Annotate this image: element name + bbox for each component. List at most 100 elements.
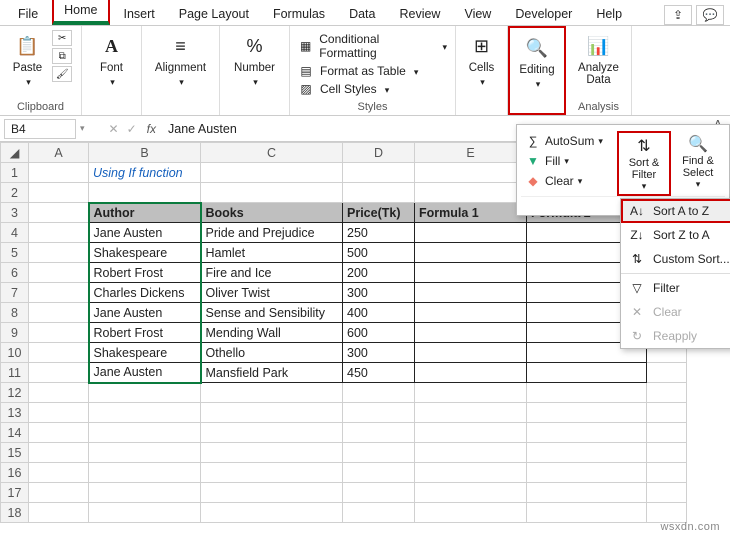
cell-E4[interactable] xyxy=(415,223,527,243)
tab-review[interactable]: Review xyxy=(389,3,450,25)
cell-F11[interactable] xyxy=(527,363,647,383)
analyze-data-button[interactable]: 📊Analyze Data xyxy=(574,30,623,88)
copy-icon[interactable]: ⧉ xyxy=(52,48,72,64)
tab-help[interactable]: Help xyxy=(586,3,632,25)
cell-B3[interactable]: Author xyxy=(89,203,201,223)
tab-data[interactable]: Data xyxy=(339,3,385,25)
conditional-formatting-button[interactable]: ▦Conditional Formatting xyxy=(298,30,447,62)
tab-file[interactable]: File xyxy=(8,3,48,25)
row-13[interactable]: 13 xyxy=(1,403,29,423)
format-as-table-button[interactable]: ▤Format as Table xyxy=(298,62,447,80)
fmtpainter-icon[interactable]: 🖌 xyxy=(52,66,72,82)
cell-B8[interactable]: Jane Austen xyxy=(89,303,201,323)
tab-pagelayout[interactable]: Page Layout xyxy=(169,3,259,25)
col-B[interactable]: B xyxy=(89,143,201,163)
cell-D5[interactable]: 500 xyxy=(343,243,415,263)
cell-B1[interactable]: Using If function xyxy=(89,163,201,183)
cell-E8[interactable] xyxy=(415,303,527,323)
tab-developer[interactable]: Developer xyxy=(505,3,582,25)
row-16[interactable]: 16 xyxy=(1,463,29,483)
cell-B11[interactable]: Jane Austen xyxy=(89,363,201,383)
tab-formulas[interactable]: Formulas xyxy=(263,3,335,25)
cell-D3[interactable]: Price(Tk) xyxy=(343,203,415,223)
cell-E5[interactable] xyxy=(415,243,527,263)
col-A[interactable]: A xyxy=(29,143,89,163)
cell-B9[interactable]: Robert Frost xyxy=(89,323,201,343)
font-button[interactable]: AFont xyxy=(94,30,130,90)
row-2[interactable]: 2 xyxy=(1,183,29,203)
menu-filter[interactable]: ▽Filter xyxy=(621,276,730,300)
menu-sort-a-to-z[interactable]: A↓Sort A to Z xyxy=(621,199,730,223)
share-icon[interactable]: ⇪ xyxy=(664,5,692,25)
cell-C5[interactable]: Hamlet xyxy=(201,243,343,263)
cell-D4[interactable]: 250 xyxy=(343,223,415,243)
cell-E7[interactable] xyxy=(415,283,527,303)
tab-home[interactable]: Home xyxy=(52,0,109,25)
cell-C7[interactable]: Oliver Twist xyxy=(201,283,343,303)
cancel-icon[interactable]: ✕ xyxy=(105,122,123,136)
menu-sort-z-to-a[interactable]: Z↓Sort Z to A xyxy=(621,223,730,247)
cut-icon[interactable]: ✂ xyxy=(52,30,72,46)
menu-custom-sort[interactable]: ⇅Custom Sort... xyxy=(621,247,730,271)
editing-button[interactable]: 🔍Editing xyxy=(515,32,558,92)
enter-icon[interactable]: ✓ xyxy=(123,122,141,136)
cell-B4[interactable]: Jane Austen xyxy=(89,223,201,243)
row-10[interactable]: 10 xyxy=(1,343,29,363)
cell-E11[interactable] xyxy=(415,363,527,383)
row-14[interactable]: 14 xyxy=(1,423,29,443)
cells-button[interactable]: ⊞Cells xyxy=(464,30,500,90)
select-all[interactable]: ◢ xyxy=(1,143,29,163)
name-box[interactable]: B4 xyxy=(4,119,76,139)
row-18[interactable]: 18 xyxy=(1,503,29,523)
paste-button[interactable]: 📋Paste xyxy=(9,30,46,90)
cell-C3[interactable]: Books xyxy=(201,203,343,223)
alignment-button[interactable]: ≡Alignment xyxy=(151,30,210,90)
cell-C11[interactable]: Mansfield Park xyxy=(201,363,343,383)
cell-D11[interactable]: 450 xyxy=(343,363,415,383)
comments-icon[interactable]: 💬 xyxy=(696,5,724,25)
cell-D10[interactable]: 300 xyxy=(343,343,415,363)
cell-B10[interactable]: Shakespeare xyxy=(89,343,201,363)
clear-button[interactable]: ◆Clear ▾ xyxy=(521,171,617,191)
tab-view[interactable]: View xyxy=(454,3,501,25)
fx-icon[interactable]: fx xyxy=(141,122,162,136)
cell-C4[interactable]: Pride and Prejudice xyxy=(201,223,343,243)
cell-D7[interactable]: 300 xyxy=(343,283,415,303)
row-6[interactable]: 6 xyxy=(1,263,29,283)
row-12[interactable]: 12 xyxy=(1,383,29,403)
cell-E6[interactable] xyxy=(415,263,527,283)
cell-C6[interactable]: Fire and Ice xyxy=(201,263,343,283)
cell-B5[interactable]: Shakespeare xyxy=(89,243,201,263)
row-3[interactable]: 3 xyxy=(1,203,29,223)
row-5[interactable]: 5 xyxy=(1,243,29,263)
row-8[interactable]: 8 xyxy=(1,303,29,323)
dropdown-icon[interactable]: ▾ xyxy=(80,123,85,134)
col-D[interactable]: D xyxy=(343,143,415,163)
cell-E9[interactable] xyxy=(415,323,527,343)
row-17[interactable]: 17 xyxy=(1,483,29,503)
row-1[interactable]: 1 xyxy=(1,163,29,183)
cell-D9[interactable]: 600 xyxy=(343,323,415,343)
col-C[interactable]: C xyxy=(201,143,343,163)
row-4[interactable]: 4 xyxy=(1,223,29,243)
cell-B6[interactable]: Robert Frost xyxy=(89,263,201,283)
cell-C10[interactable]: Othello xyxy=(201,343,343,363)
col-E[interactable]: E xyxy=(415,143,527,163)
cell-E3[interactable]: Formula 1 xyxy=(415,203,527,223)
sort-filter-button[interactable]: ⇅Sort & Filter▾ xyxy=(617,131,671,196)
autosum-button[interactable]: ∑AutoSum ▾ xyxy=(521,131,617,151)
find-select-button[interactable]: 🔍Find & Select▾ xyxy=(671,131,725,196)
cell-C9[interactable]: Mending Wall xyxy=(201,323,343,343)
cell-C8[interactable]: Sense and Sensibility xyxy=(201,303,343,323)
tab-insert[interactable]: Insert xyxy=(114,3,165,25)
cell-D8[interactable]: 400 xyxy=(343,303,415,323)
row-7[interactable]: 7 xyxy=(1,283,29,303)
row-9[interactable]: 9 xyxy=(1,323,29,343)
cell-D6[interactable]: 200 xyxy=(343,263,415,283)
cell-B7[interactable]: Charles Dickens xyxy=(89,283,201,303)
number-button[interactable]: %Number xyxy=(230,30,279,90)
fill-button[interactable]: ▼Fill ▾ xyxy=(521,151,617,171)
row-11[interactable]: 11 xyxy=(1,363,29,383)
row-15[interactable]: 15 xyxy=(1,443,29,463)
cell-E10[interactable] xyxy=(415,343,527,363)
